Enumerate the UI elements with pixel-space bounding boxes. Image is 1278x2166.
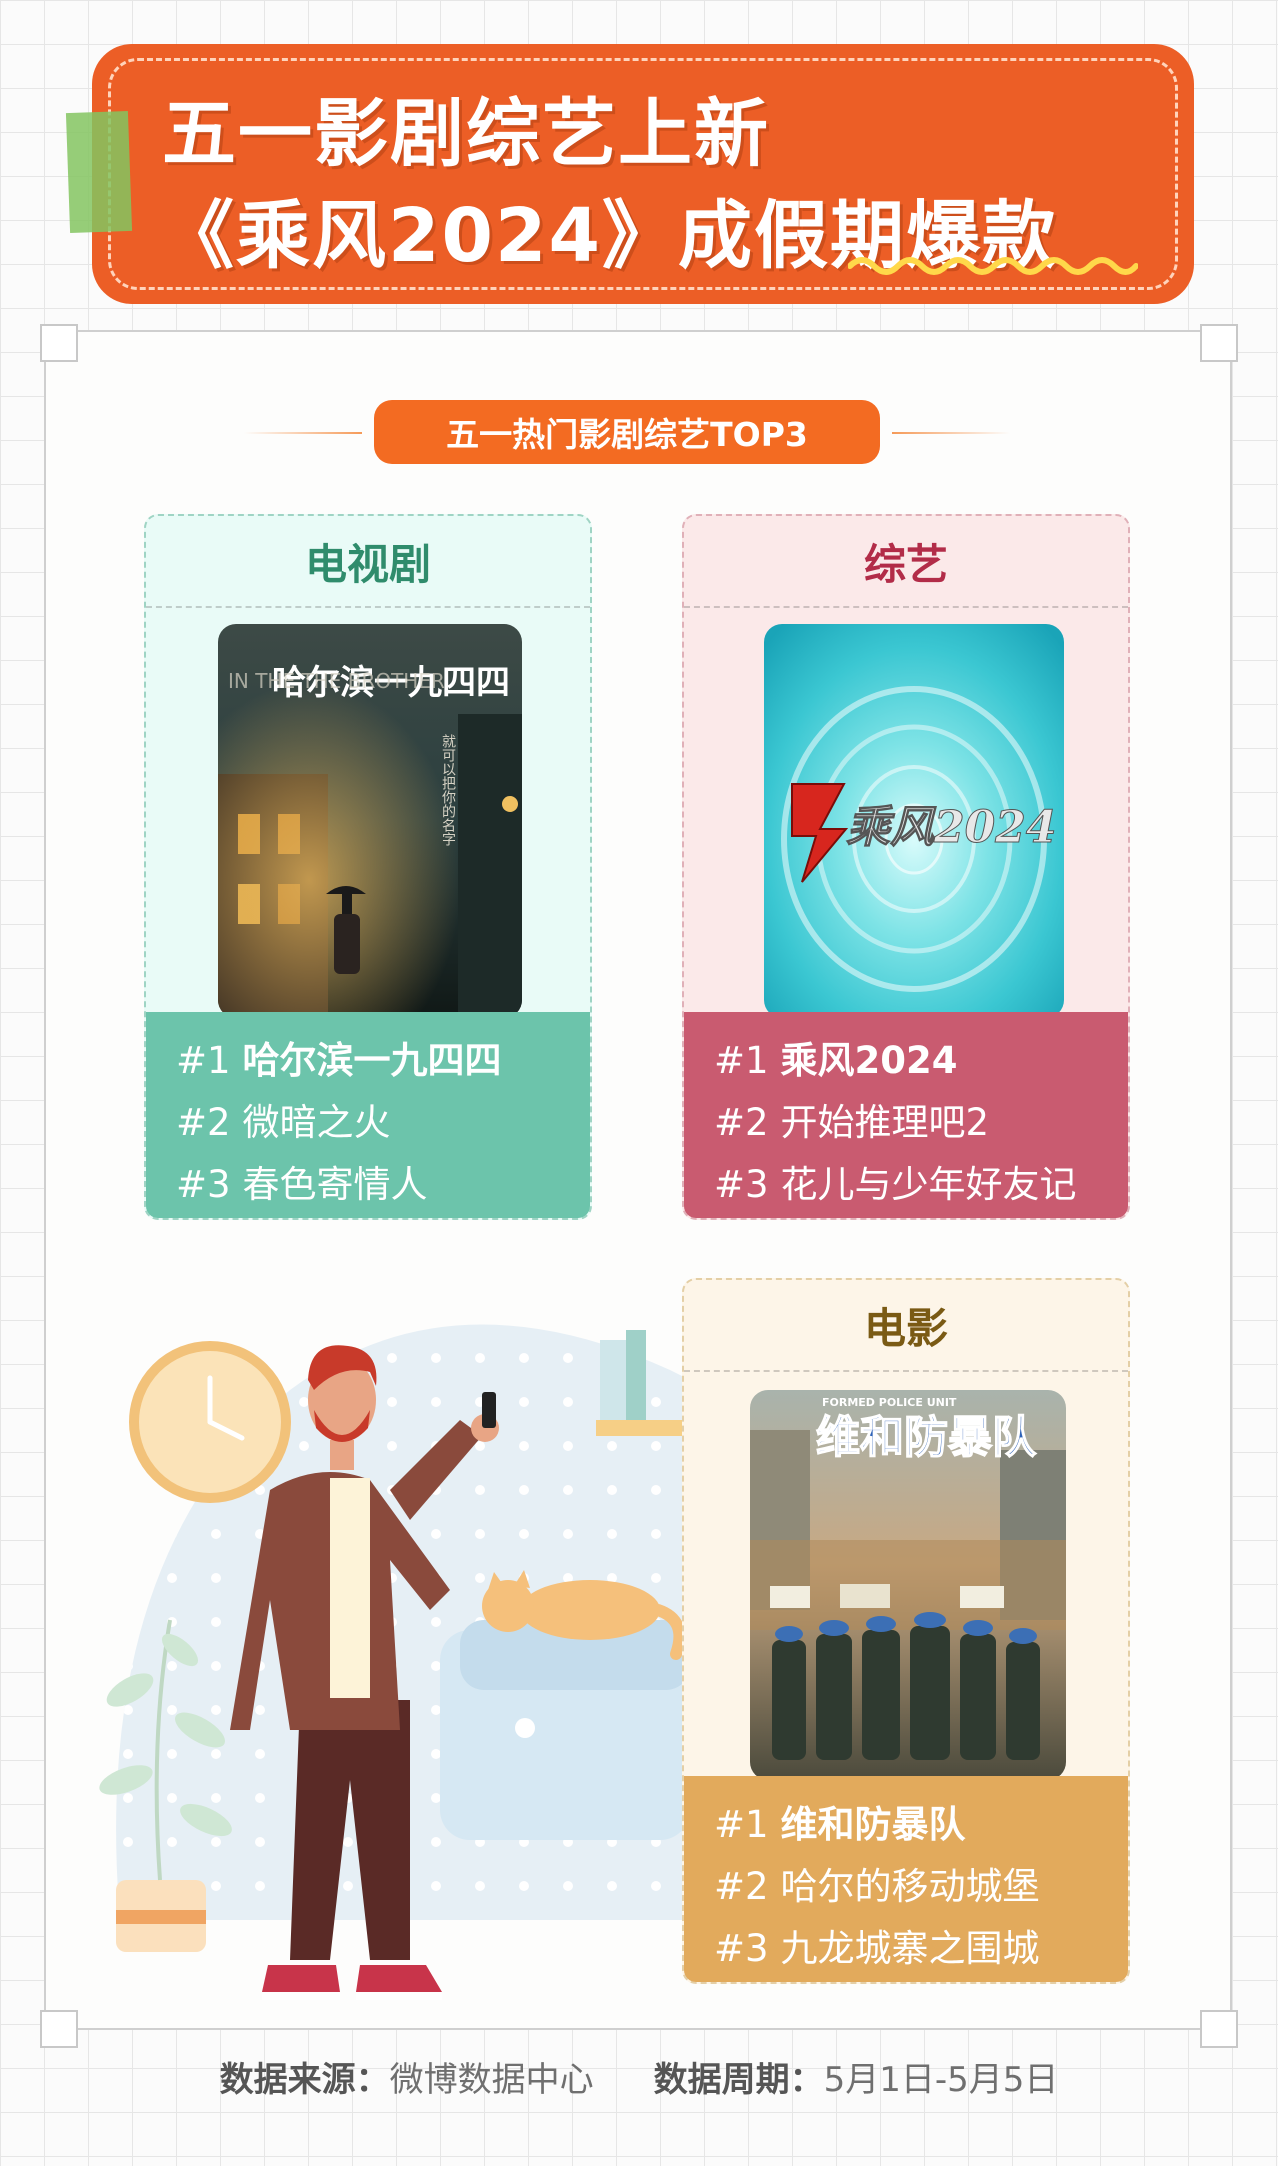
data-source-value: 微博数据中心 [389, 2060, 594, 2100]
data-period-value: 5月1日-5月5日 [823, 2060, 1059, 2100]
poster-tv-image: 哈尔滨一九四四 IN THE THE BROTHER 就可以把你的名字 [218, 624, 522, 1018]
poster-movie-top-text: FORMED POLICE UNIT [822, 1396, 957, 1409]
rank-item[interactable]: #2 微暗之火 [176, 1092, 590, 1154]
rank-item[interactable]: #1 乘风2024 [714, 1030, 1128, 1092]
poster-variety-title: 乘风2024 [846, 802, 1056, 853]
rank-list-tv: #1 哈尔滨一九四四 #2 微暗之火 #3 春色寄情人 [146, 1012, 590, 1218]
section-pill: 五一热门影剧综艺TOP3 [374, 400, 880, 464]
poster-variety-image: 乘风2024 [764, 624, 1064, 1018]
category-card-movie: 电影 FORMED POLICE UNIT 维和防暴队 #1 维和防暴队 #2 … [682, 1278, 1130, 1984]
wavy-underline-decoration [848, 257, 1138, 275]
poster-movie-title: 维和防暴队 [816, 1412, 1037, 1463]
data-period-label: 数据周期： [653, 2060, 824, 2100]
rank-list-movie: #1 维和防暴队 #2 哈尔的移动城堡 #3 九龙城寨之围城 [684, 1776, 1128, 1982]
category-heading-movie: 电影 [684, 1280, 1128, 1372]
pill-divider-left [244, 432, 362, 434]
washi-tape-decoration [65, 110, 133, 234]
rank-list-variety: #1 乘风2024 #2 开始推理吧2 #3 花儿与少年好友记 [684, 1012, 1128, 1218]
rank-item[interactable]: #1 维和防暴队 [714, 1794, 1128, 1856]
data-source-footer: 数据来源：微博数据中心 数据周期：5月1日-5月5日 [0, 2052, 1278, 2101]
rank-item[interactable]: #3 九龙城寨之围城 [714, 1918, 1128, 1980]
category-card-variety: 综艺 乘风2024 #1 乘风2024 #2 开始推理吧2 #3 花儿与少年好友记 [682, 514, 1130, 1220]
man-with-phone-illustration [99, 1324, 690, 2000]
rank-item[interactable]: #2 开始推理吧2 [714, 1092, 1128, 1154]
rank-item[interactable]: #3 花儿与少年好友记 [714, 1154, 1128, 1216]
frame-corner-handle [40, 324, 78, 362]
category-card-tv: 电视剧 哈尔滨一九四四 IN THE THE BROTHER 就可以把你的名字 … [144, 514, 592, 1220]
rank-item[interactable]: #3 春色寄情人 [176, 1154, 590, 1216]
frame-corner-handle [1200, 324, 1238, 362]
page-title-line-1: 五一影剧综艺上新 [162, 91, 770, 177]
category-heading-variety: 综艺 [684, 516, 1128, 608]
poster-tv-side-text: IN THE THE BROTHER [228, 669, 445, 693]
poster-movie[interactable]: FORMED POLICE UNIT 维和防暴队 [750, 1390, 1066, 1780]
category-heading-tv: 电视剧 [146, 516, 590, 608]
rank-item[interactable]: #2 哈尔的移动城堡 [714, 1856, 1128, 1918]
poster-movie-image: FORMED POLICE UNIT 维和防暴队 [750, 1390, 1066, 1780]
data-source-label: 数据来源： [219, 2060, 390, 2100]
poster-variety[interactable]: 乘风2024 [764, 624, 1064, 1018]
poster-tv[interactable]: 哈尔滨一九四四 IN THE THE BROTHER 就可以把你的名字 [218, 624, 522, 1018]
pill-divider-right [892, 432, 1010, 434]
frame-corner-handle [1200, 2010, 1238, 2048]
rank-item[interactable]: #1 哈尔滨一九四四 [176, 1030, 590, 1092]
svg-text:就可以把你的名字: 就可以把你的名字 [440, 734, 456, 846]
